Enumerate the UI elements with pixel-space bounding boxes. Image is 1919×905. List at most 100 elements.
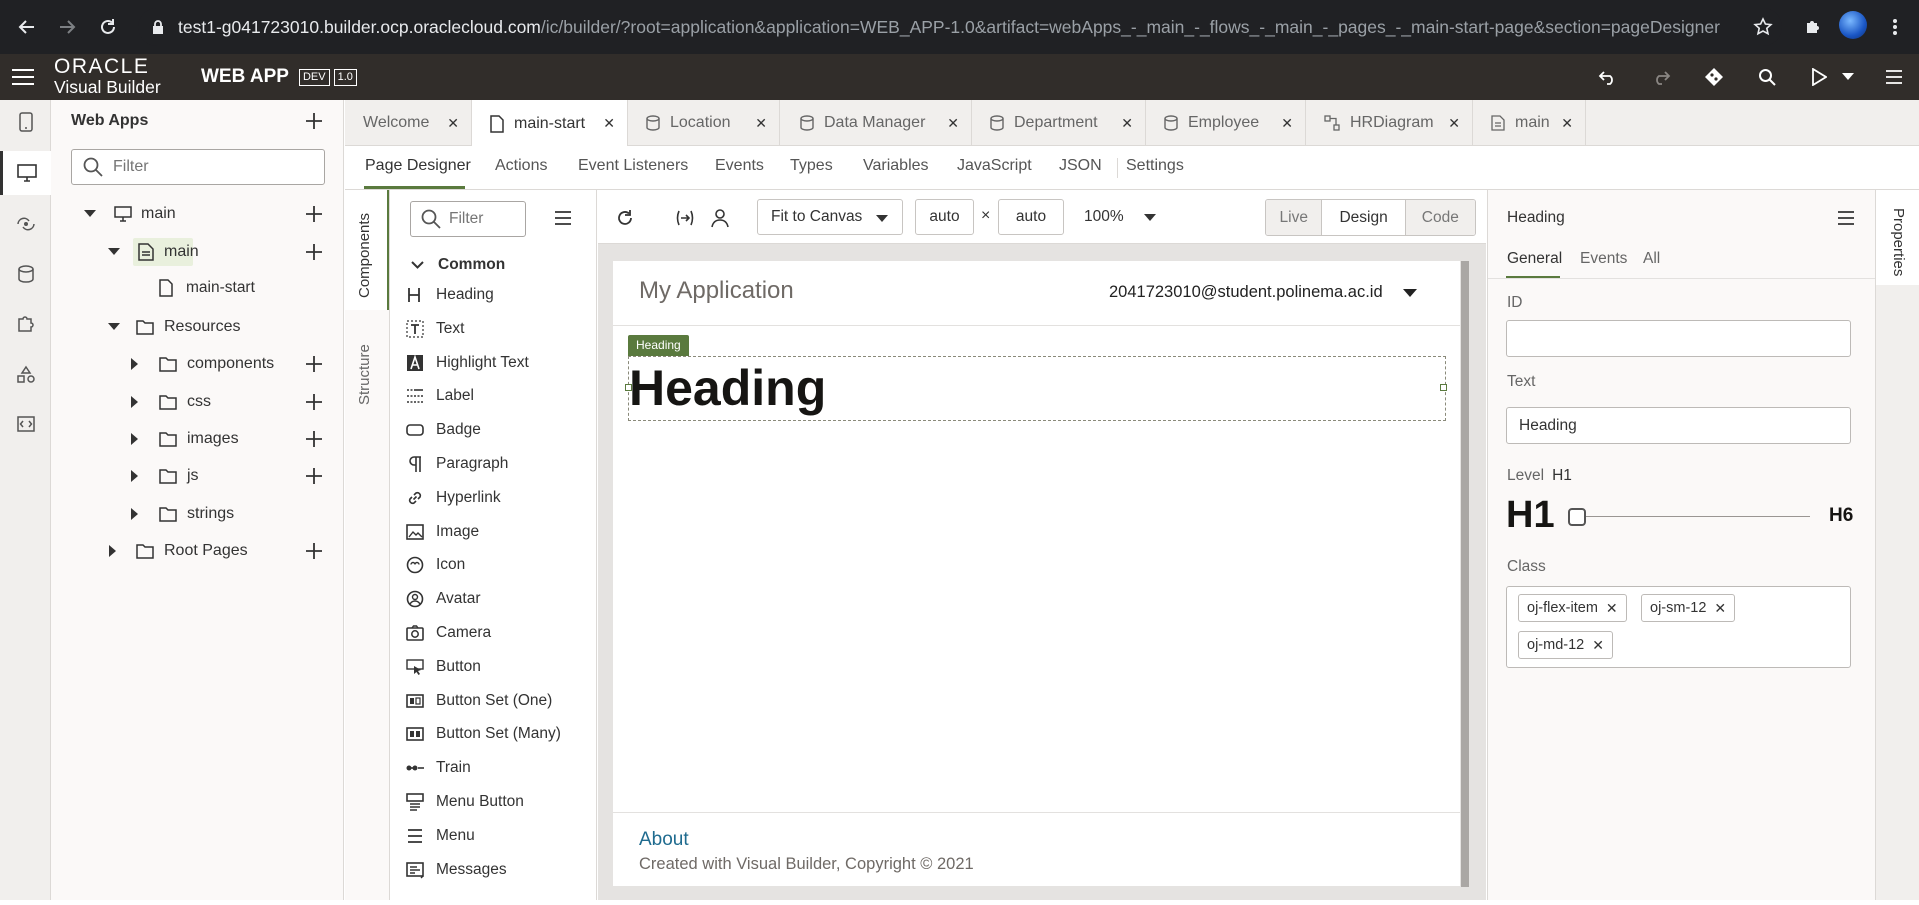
variables-icon[interactable] <box>673 206 697 230</box>
prop-tab-general[interactable]: General <box>1507 250 1562 268</box>
tab-employee[interactable]: Employee ✕ <box>1146 100 1306 146</box>
tree-item-main[interactable]: main <box>51 236 343 268</box>
component-text[interactable]: Text <box>390 314 597 344</box>
navigator-filter-input[interactable] <box>113 158 313 176</box>
tree-item-resources[interactable]: Resources <box>51 311 343 343</box>
components-filter[interactable] <box>410 201 526 237</box>
id-field[interactable] <box>1506 320 1851 357</box>
subtab-events[interactable]: Events <box>715 157 764 175</box>
redo-icon[interactable] <box>1648 64 1674 90</box>
tree-item-root-pages[interactable]: Root Pages <box>51 535 343 567</box>
add-icon[interactable] <box>305 355 323 373</box>
close-icon[interactable]: ✕ <box>603 115 615 132</box>
mobile-apps-icon[interactable] <box>0 100 51 144</box>
mode-code-button[interactable]: Code <box>1405 200 1475 235</box>
tab-main-start[interactable]: main-start ✕ <box>472 100 628 147</box>
address-bar[interactable]: test1-g041723010.builder.ocp.oraclecloud… <box>138 8 1782 46</box>
component-button-set-one[interactable]: Button Set (One) <box>390 686 597 716</box>
app-menu-icon[interactable] <box>1881 66 1907 88</box>
page-heading[interactable]: Heading <box>629 363 826 413</box>
subtab-event-listeners[interactable]: Event Listeners <box>578 157 688 175</box>
back-icon[interactable] <box>12 12 42 42</box>
run-options-chevron-icon[interactable] <box>1836 68 1860 86</box>
collapse-arrow-icon[interactable] <box>109 545 117 557</box>
navigator-filter[interactable] <box>71 149 325 185</box>
business-objects-icon[interactable] <box>0 252 51 296</box>
canvas-scrollbar[interactable] <box>1461 261 1469 887</box>
component-badge[interactable]: Badge <box>390 415 597 445</box>
user-menu[interactable]: 2041723010@student.polinema.ac.id <box>1109 283 1417 302</box>
run-icon[interactable] <box>1806 64 1832 90</box>
forward-icon[interactable] <box>52 12 82 42</box>
mode-live-button[interactable]: Live <box>1266 200 1323 235</box>
component-button[interactable]: Button <box>390 652 597 682</box>
text-field[interactable]: Heading <box>1506 407 1851 444</box>
canvas-width-input[interactable]: auto <box>915 199 974 235</box>
level-slider-track[interactable] <box>1577 516 1810 517</box>
expand-arrow-icon[interactable] <box>84 210 96 218</box>
heading-selection-box[interactable]: Heading <box>625 356 1447 421</box>
close-icon[interactable]: ✕ <box>1448 115 1460 132</box>
collapse-arrow-icon[interactable] <box>131 470 139 482</box>
prop-tab-all[interactable]: All <box>1643 250 1660 268</box>
star-icon[interactable] <box>1748 12 1778 42</box>
component-avatar[interactable]: Avatar <box>390 584 597 614</box>
add-icon[interactable] <box>305 542 323 560</box>
tree-item-css[interactable]: css <box>51 386 343 418</box>
component-button-set-many[interactable]: Button Set (Many) <box>390 719 597 749</box>
component-menu-button[interactable]: Menu Button <box>390 787 597 817</box>
close-icon[interactable]: ✕ <box>755 115 767 132</box>
search-icon[interactable] <box>1754 64 1780 90</box>
tab-location[interactable]: Location ✕ <box>628 100 780 146</box>
add-web-app-icon[interactable] <box>303 110 325 132</box>
subtab-page-designer[interactable]: Page Designer <box>365 157 471 175</box>
properties-menu-icon[interactable] <box>1836 208 1856 228</box>
expand-arrow-icon[interactable] <box>108 248 120 256</box>
component-heading[interactable]: Heading <box>390 280 597 310</box>
git-icon[interactable] <box>1701 64 1727 90</box>
subtab-json[interactable]: JSON <box>1059 157 1102 175</box>
components-filter-input[interactable] <box>449 210 519 228</box>
close-icon[interactable]: ✕ <box>1281 115 1293 132</box>
class-chip[interactable]: oj-sm-12 ✕ <box>1641 594 1736 622</box>
component-menu[interactable]: Menu <box>390 821 597 851</box>
subtab-variables[interactable]: Variables <box>863 157 929 175</box>
group-common[interactable]: Common <box>390 250 597 280</box>
collapse-arrow-icon[interactable] <box>131 396 139 408</box>
add-icon[interactable] <box>305 205 323 223</box>
structure-side-tab-label[interactable]: Structure <box>356 344 373 405</box>
component-image[interactable]: Image <box>390 517 597 547</box>
remove-chip-icon[interactable]: ✕ <box>1592 637 1604 654</box>
tab-data-manager[interactable]: Data Manager ✕ <box>780 100 972 146</box>
processes-icon[interactable] <box>0 352 51 396</box>
subtab-javascript[interactable]: JavaScript <box>957 157 1032 175</box>
user-icon[interactable] <box>708 206 732 230</box>
tab-hrdiagram[interactable]: HRDiagram ✕ <box>1306 100 1473 146</box>
mode-design-button[interactable]: Design <box>1322 200 1406 235</box>
subtab-settings[interactable]: Settings <box>1126 157 1184 175</box>
close-icon[interactable]: ✕ <box>447 115 459 132</box>
chrome-menu-icon[interactable] <box>1880 12 1910 42</box>
fit-to-canvas-select[interactable]: Fit to Canvas <box>757 199 903 235</box>
component-camera[interactable]: Camera <box>390 618 597 648</box>
level-slider-thumb[interactable] <box>1568 508 1586 526</box>
prop-tab-events[interactable]: Events <box>1580 250 1627 268</box>
collapse-arrow-icon[interactable] <box>131 433 139 445</box>
class-chip[interactable]: oj-flex-item ✕ <box>1518 594 1627 622</box>
undo-icon[interactable] <box>1595 64 1621 90</box>
tree-item-components[interactable]: components <box>51 348 343 380</box>
close-icon[interactable]: ✕ <box>947 115 959 132</box>
subtab-types[interactable]: Types <box>790 157 833 175</box>
tree-item-strings[interactable]: strings <box>51 498 343 530</box>
subtab-actions[interactable]: Actions <box>495 157 547 175</box>
component-messages[interactable]: Messages <box>390 855 597 885</box>
add-icon[interactable] <box>305 243 323 261</box>
hamburger-icon[interactable] <box>10 65 36 89</box>
tab-department[interactable]: Department ✕ <box>972 100 1146 146</box>
tab-main[interactable]: main ✕ <box>1473 100 1586 146</box>
extensions-icon[interactable] <box>1798 12 1828 42</box>
components-icon[interactable] <box>0 302 51 346</box>
component-label[interactable]: Label <box>390 381 597 411</box>
collapse-arrow-icon[interactable] <box>131 358 139 370</box>
resize-handle-right[interactable] <box>1440 384 1447 391</box>
